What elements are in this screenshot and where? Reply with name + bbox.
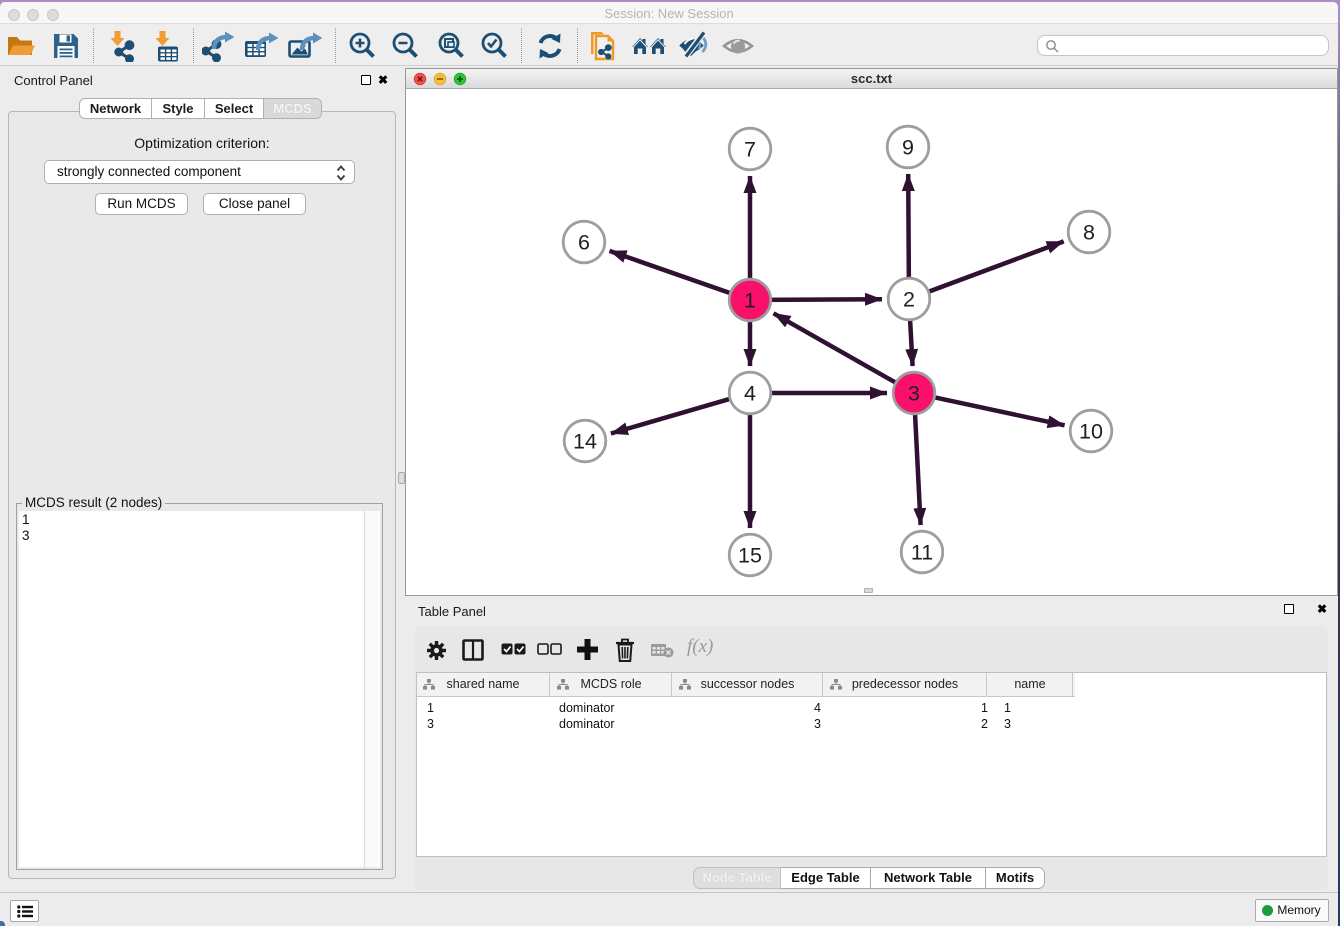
- svg-text:11: 11: [911, 541, 933, 565]
- svg-text:15: 15: [738, 544, 762, 568]
- svg-text:1: 1: [744, 289, 756, 313]
- svg-text:9: 9: [902, 136, 914, 160]
- svg-text:4: 4: [744, 382, 756, 406]
- svg-text:7: 7: [744, 138, 756, 162]
- svg-text:14: 14: [573, 430, 597, 454]
- svg-text:6: 6: [578, 231, 590, 255]
- svg-text:2: 2: [903, 288, 915, 312]
- svg-text:10: 10: [1079, 420, 1103, 444]
- svg-text:8: 8: [1083, 221, 1095, 245]
- svg-text:3: 3: [908, 382, 920, 406]
